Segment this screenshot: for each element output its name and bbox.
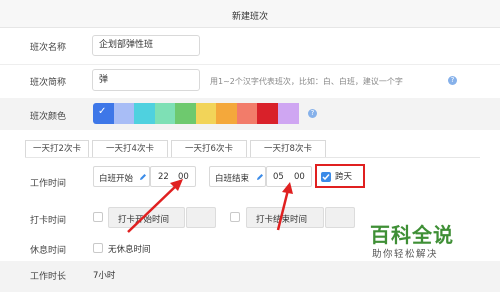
watermark-tagline: 助你轻松解决 — [372, 249, 439, 260]
watermark-logo: 百科全说 — [370, 223, 454, 247]
